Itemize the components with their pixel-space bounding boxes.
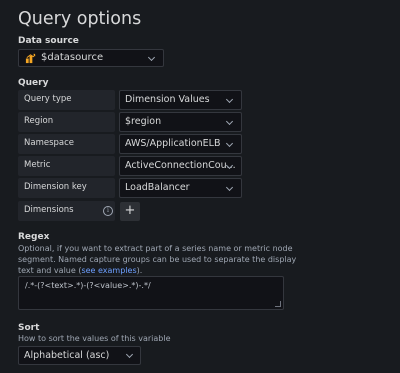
- page-title: Query options: [18, 9, 142, 29]
- chevron-down-icon: [225, 183, 234, 192]
- info-icon[interactable]: i: [103, 206, 113, 216]
- chevron-down-icon: [225, 117, 234, 126]
- sort-select[interactable]: Alphabetical (asc): [18, 346, 141, 365]
- metric-value: ActiveConnectionCou...: [125, 160, 236, 171]
- resize-handle-icon[interactable]: [275, 301, 281, 307]
- regex-label: Regex: [18, 232, 50, 242]
- chevron-down-icon: [147, 53, 156, 62]
- metric-label: Metric: [18, 156, 115, 176]
- region-select[interactable]: $region: [119, 112, 242, 132]
- chevron-down-icon: [125, 350, 134, 359]
- query-type-select[interactable]: Dimension Values: [119, 90, 242, 110]
- cloudwatch-logo-icon: [25, 53, 36, 64]
- sort-value: Alphabetical (asc): [24, 350, 110, 361]
- query-options-panel: Query options Data source $datasource Qu…: [0, 0, 400, 373]
- sort-label: Sort: [18, 323, 40, 333]
- chevron-down-icon: [225, 95, 234, 104]
- dimension-key-select[interactable]: LoadBalancer: [119, 178, 242, 198]
- see-examples-link[interactable]: see examples: [81, 266, 136, 275]
- namespace-value: AWS/ApplicationELB: [125, 138, 221, 149]
- datasource-value: $datasource: [41, 52, 104, 63]
- regex-description: Optional, if you want to extract part of…: [18, 244, 297, 275]
- regex-textarea[interactable]: /.*-(?<text>.*)-(?<value>.*)-.*/: [18, 276, 284, 310]
- query-type-value: Dimension Values: [125, 94, 210, 105]
- query-section-label: Query: [18, 78, 49, 88]
- namespace-label: Namespace: [18, 134, 115, 154]
- namespace-select[interactable]: AWS/ApplicationELB: [119, 134, 242, 154]
- datasource-label: Data source: [18, 36, 79, 46]
- dimension-key-value: LoadBalancer: [125, 182, 190, 193]
- region-label: Region: [18, 112, 115, 132]
- dimension-key-label: Dimension key: [18, 178, 115, 198]
- add-dimension-button[interactable]: +: [120, 202, 140, 221]
- chevron-down-icon: [225, 139, 234, 148]
- regex-value: /.*-(?<text>.*)-(?<value>.*)-.*/: [25, 281, 151, 290]
- region-value: $region: [125, 116, 162, 127]
- metric-select[interactable]: ActiveConnectionCou...: [119, 156, 242, 176]
- query-type-label: Query type: [18, 90, 115, 110]
- dimensions-label: Dimensions: [18, 201, 115, 221]
- datasource-select[interactable]: $datasource: [18, 49, 164, 67]
- sort-description: How to sort the values of this variable: [18, 334, 171, 343]
